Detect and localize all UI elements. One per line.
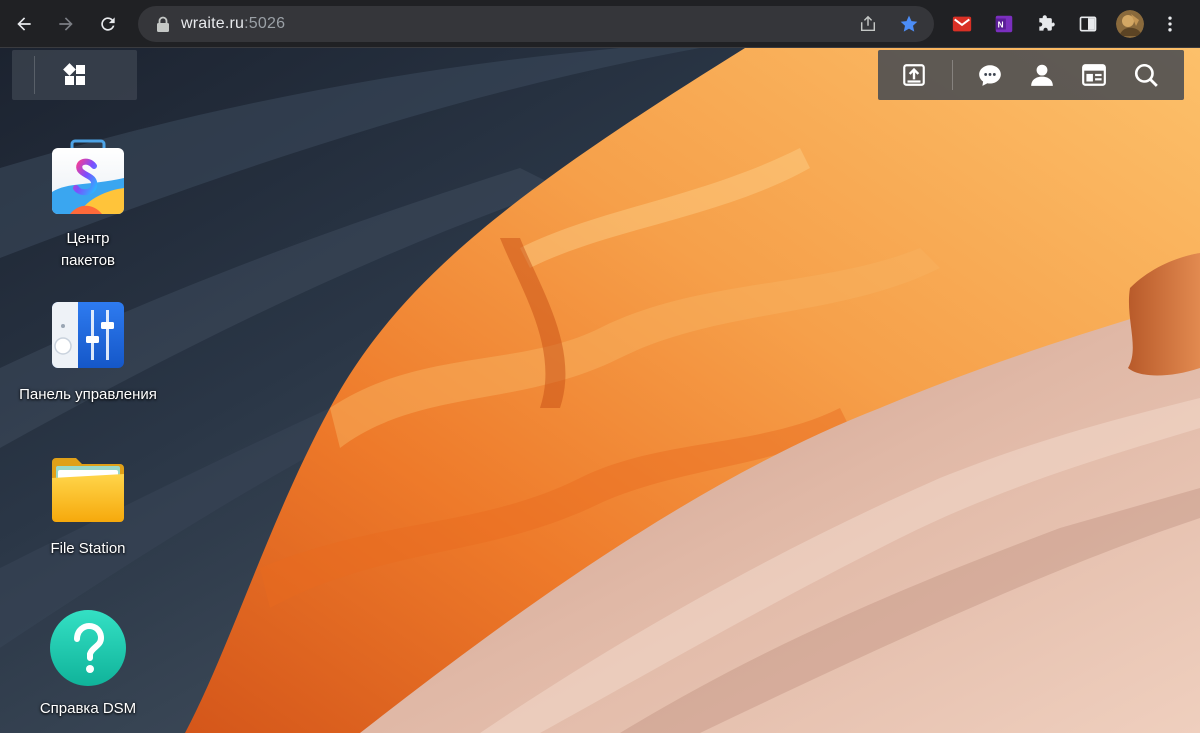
lock-icon [157,16,169,32]
arrow-right-icon [59,17,73,31]
chat-icon[interactable] [976,61,1004,89]
widgets-icon[interactable] [1080,61,1108,89]
control-panel-icon [52,302,124,368]
url-host: wraite.ru [181,15,245,32]
upload-icon[interactable] [900,61,928,89]
browser-toolbar: wraite.ru:5026 N [0,0,1200,48]
app-file-station[interactable]: File Station [3,448,173,560]
canyon-wallpaper [0,48,1200,733]
folder-icon [52,458,124,522]
url-text[interactable]: wraite.ru:5026 [181,15,285,33]
app-label: File Station [50,538,125,560]
app-package-center[interactable]: Центр пакетов [3,138,173,272]
forward-button[interactable] [52,10,80,38]
help-question-icon [50,610,126,686]
arrow-left-icon [17,17,31,31]
package-center-icon [52,139,124,214]
taskbar-tray [878,50,1184,100]
app-label-line1: Справка DSM [39,700,137,717]
app-label-line1: Панель управления [19,386,157,403]
app-label-line2: пакетов [60,252,116,269]
app-label-line1: File Station [50,540,126,557]
app-label: Панель управления [19,384,157,406]
address-bar[interactable]: wraite.ru:5026 [138,6,934,42]
svg-text:N: N [998,21,1004,30]
app-dsm-help[interactable]: Справка DSM [3,608,173,720]
profile-avatar[interactable] [1116,10,1144,38]
app-label: Центр пакетов [61,228,115,272]
search-icon[interactable] [1132,61,1160,89]
chrome-menu-icon[interactable] [1158,12,1182,36]
app-label-line1: Центр [66,230,110,247]
dsm-desktop: Центр пакетов Панель управления File Sta… [0,48,1200,733]
back-button[interactable] [10,10,38,38]
reload-button[interactable] [94,10,122,38]
app-label: Справка DSM [40,698,136,720]
grid-icon [62,63,85,85]
share-icon[interactable] [858,14,878,34]
onenote-extension-icon[interactable]: N [992,12,1016,36]
url-port: :5026 [244,15,286,32]
tray-divider [952,60,953,90]
app-control-panel[interactable]: Панель управления [3,294,173,406]
side-panel-icon[interactable] [1076,12,1100,36]
bookmark-star-icon[interactable] [899,14,919,34]
puzzle-extensions-icon[interactable] [1034,12,1058,36]
user-icon[interactable] [1028,61,1056,89]
main-menu-button[interactable] [12,50,137,100]
gmail-extension-icon[interactable] [950,12,974,36]
reload-icon [101,17,115,31]
